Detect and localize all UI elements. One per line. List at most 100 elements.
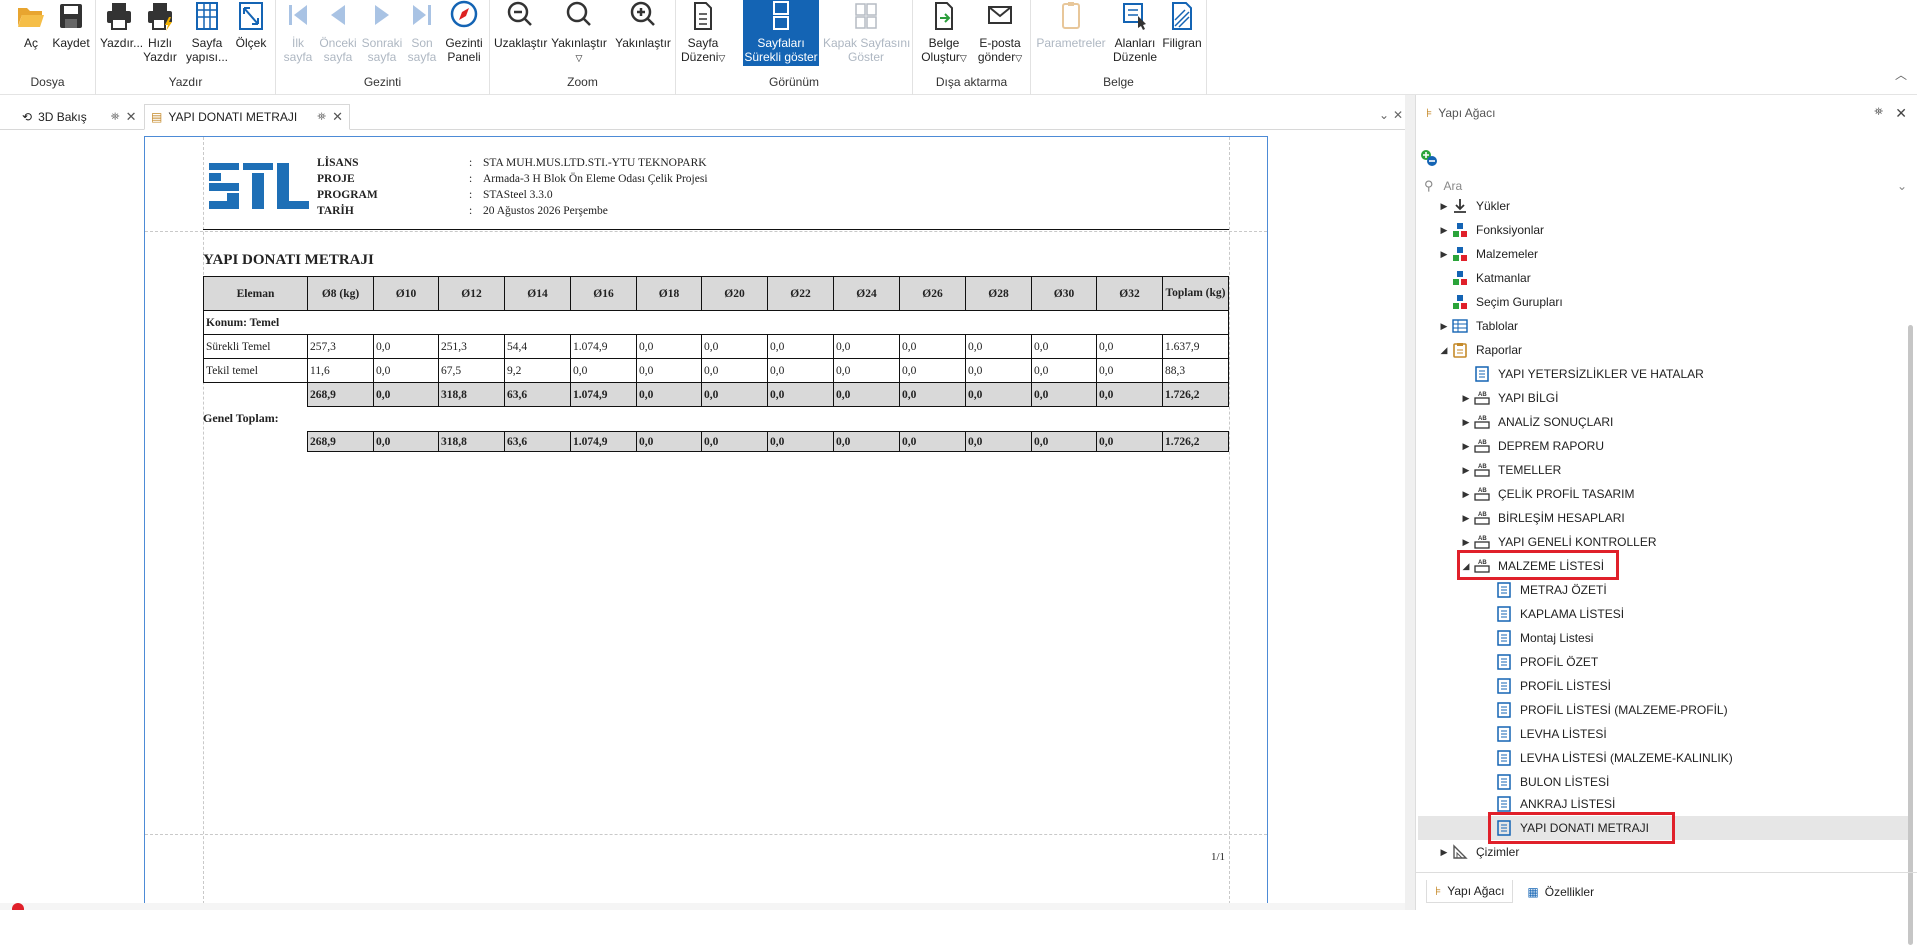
quick-print-button[interactable]: Hızlı Yazdır — [142, 0, 178, 66]
save-button[interactable]: Kaydet — [50, 0, 92, 66]
drawing-icon — [1452, 844, 1468, 860]
pin-icon[interactable]: ⛯ — [111, 111, 120, 124]
tree-node[interactable]: Seçim Gurupları — [1436, 291, 1563, 313]
collapse-arrow-icon[interactable]: ◢ — [1458, 561, 1474, 572]
tree-node[interactable]: ▶ Fonksiyonlar — [1436, 219, 1544, 241]
edit-fields-button[interactable]: Alanları Düzenle — [1111, 0, 1159, 66]
expand-arrow-icon[interactable]: ▶ — [1436, 225, 1452, 236]
close-all-icon[interactable]: ✕ — [1393, 108, 1403, 122]
column-header: Ø28 — [965, 276, 1032, 311]
collapse-ribbon-icon[interactable]: ︿ — [1895, 66, 1907, 83]
watermark-icon — [1172, 2, 1192, 30]
send-email-button[interactable]: E-posta gönder▽ — [973, 0, 1027, 66]
first-page-icon — [289, 5, 307, 25]
add-remove-icon[interactable] — [1420, 149, 1438, 167]
tree-node[interactable]: METRAJ ÖZETİ — [1480, 579, 1607, 601]
tab-yapi-donati-metraji[interactable]: ▤ YAPI DONATI METRAJI ⛯ ✕ — [144, 104, 350, 130]
expand-arrow-icon[interactable]: ▶ — [1458, 441, 1474, 452]
tree-node[interactable]: PROFİL ÖZET — [1480, 651, 1598, 673]
tree-node[interactable]: Katmanlar — [1436, 267, 1531, 289]
tree-node[interactable]: ▶ AB YAPI GENELİ KONTROLLER — [1458, 531, 1657, 553]
first-page-button[interactable]: İlk sayfa — [280, 0, 316, 66]
collapse-arrow-icon[interactable]: ◢ — [1436, 345, 1452, 356]
report-title: YAPI DONATI METRAJI — [203, 252, 374, 268]
group-dosya: Aç Kaydet Dosya — [0, 0, 96, 95]
tree-node[interactable]: ◢ AB MALZEME LİSTESİ — [1458, 555, 1605, 577]
tree-node[interactable]: ▶ AB BİRLEŞİM HESAPLARI — [1458, 507, 1625, 529]
cover-page-button[interactable]: Kapak Sayfasını Göster — [823, 0, 910, 66]
continuous-pages-button[interactable]: Sayfaları Sürekli göster — [743, 0, 819, 66]
tree-search[interactable]: ⚲ Ara ⌄ — [1416, 175, 1917, 197]
tree-node[interactable]: KAPLAMA LİSTESİ — [1480, 603, 1624, 625]
parameters-button[interactable]: Parametreler — [1035, 0, 1107, 66]
open-button[interactable]: Aç — [12, 0, 50, 66]
expand-arrow-icon[interactable]: ▶ — [1436, 201, 1452, 212]
blocks-icon — [1452, 246, 1468, 262]
chevron-down-icon[interactable]: ⌄ — [1897, 179, 1907, 193]
tree-node[interactable]: LEVHA LİSTESİ — [1480, 723, 1607, 745]
tree-node[interactable]: PROFİL LİSTESİ (MALZEME-PROFİL) — [1480, 699, 1728, 721]
expand-arrow-icon[interactable]: ▶ — [1436, 847, 1452, 858]
tab-yapi-agaci[interactable]: ⊧ Yapı Ağacı — [1426, 880, 1514, 903]
watermark-button[interactable]: Filigran — [1161, 0, 1203, 66]
tab-3d-view[interactable]: ⟲ 3D Bakış ⛯ ✕ — [16, 104, 142, 130]
tree-node[interactable]: ANKRAJ LİSTESİ — [1480, 793, 1615, 815]
chevron-down-icon: ▽ — [575, 53, 583, 63]
close-icon[interactable]: ✕ — [1895, 105, 1907, 122]
expand-arrow-icon[interactable]: ▶ — [1458, 513, 1474, 524]
last-page-button[interactable]: Son sayfa — [404, 0, 440, 66]
expand-arrow-icon[interactable]: ▶ — [1436, 249, 1452, 260]
zoom-out-button[interactable]: Uzaklaştır — [494, 0, 547, 66]
search-input[interactable]: Ara — [1444, 179, 1463, 193]
tree-node[interactable]: ▶ Çizimler — [1436, 841, 1519, 863]
page-layout-button[interactable]: Sayfa Düzeni▽ — [681, 0, 725, 66]
next-page-button[interactable]: Sonraki sayfa — [360, 0, 404, 66]
zoom-in-button[interactable]: Yakınlaştır — [614, 0, 672, 66]
company-logo — [209, 163, 309, 209]
column-header: Ø10 — [373, 276, 439, 311]
expand-arrow-icon[interactable]: ▶ — [1458, 393, 1474, 404]
expand-arrow-icon[interactable]: ▶ — [1458, 537, 1474, 548]
tree-node[interactable]: ▶ AB ÇELİK PROFİL TASARIM — [1458, 483, 1635, 505]
pin-icon[interactable]: ⛯ — [1874, 106, 1883, 119]
close-icon[interactable]: ✕ — [332, 109, 343, 125]
tree-node[interactable]: ▶ AB TEMELLER — [1458, 459, 1562, 481]
svg-text:AB: AB — [1478, 392, 1487, 398]
page-setup-button[interactable]: Sayfa yapısı... — [186, 0, 228, 66]
create-document-button[interactable]: Belge Oluştur▽ — [919, 0, 969, 66]
tree-node[interactable]: ▶ Tablolar — [1436, 315, 1519, 337]
previous-page-button[interactable]: Önceki sayfa — [316, 0, 360, 66]
tree-node[interactable]: ▶ AB DEPREM RAPORU — [1458, 435, 1604, 457]
expand-arrow-icon[interactable]: ▶ — [1458, 489, 1474, 500]
zoom-dropdown-button[interactable]: Yakınlaştır ▽ — [550, 0, 608, 66]
structure-tree-panel: ⊧ Yapı Ağacı ⛯ ✕ ⚲ Ara ⌄ ▶ Yükler ▶ Fonksiy… — [1415, 95, 1917, 945]
tree-node[interactable]: ▶ Yükler — [1436, 195, 1510, 217]
panel-splitter[interactable] — [1405, 95, 1415, 910]
tree-node[interactable]: PROFİL LİSTESİ — [1480, 675, 1611, 697]
tree-node[interactable]: ▶ AB ANALİZ SONUÇLARI — [1458, 411, 1614, 433]
tree-node[interactable]: Montaj Listesi — [1480, 627, 1593, 649]
scale-button[interactable]: Ölçek — [230, 0, 272, 66]
expand-arrow-icon[interactable]: ▶ — [1458, 465, 1474, 476]
tree-node[interactable]: ◢ Raporlar — [1436, 339, 1522, 361]
tree-scrollbar[interactable] — [1908, 325, 1913, 945]
tree-node[interactable]: ▶ AB YAPI BİLGİ — [1458, 387, 1559, 409]
close-icon[interactable]: ✕ — [126, 109, 137, 125]
tab-ozellikler[interactable]: ▦ Özellikler — [1519, 881, 1602, 903]
quick-print-icon — [148, 3, 172, 31]
error-indicator-icon[interactable] — [12, 903, 24, 910]
tree-node[interactable]: LEVHA LİSTESİ (MALZEME-KALINLIK) — [1480, 747, 1733, 769]
tree-node[interactable]: BULON LİSTESİ — [1480, 771, 1609, 793]
tree-node[interactable]: YAPI YETERSİZLİKLER VE HATALAR — [1458, 363, 1704, 385]
expand-arrow-icon[interactable]: ▶ — [1436, 321, 1452, 332]
expand-arrow-icon[interactable]: ▶ — [1458, 417, 1474, 428]
navigation-panel-button[interactable]: Gezinti Paneli — [442, 0, 486, 66]
report-group-icon: AB — [1474, 558, 1490, 574]
group-label-dosya: Dosya — [30, 75, 65, 89]
tab-list-chevron-icon[interactable]: ⌄ — [1379, 108, 1389, 122]
tree-node[interactable]: YAPI DONATI METRAJI — [1480, 817, 1649, 839]
print-button[interactable]: Yazdır... — [100, 0, 143, 66]
tree-node[interactable]: ▶ Malzemeler — [1436, 243, 1538, 265]
pin-icon[interactable]: ⛯ — [317, 111, 326, 124]
continuous-pages-icon — [773, 1, 789, 30]
